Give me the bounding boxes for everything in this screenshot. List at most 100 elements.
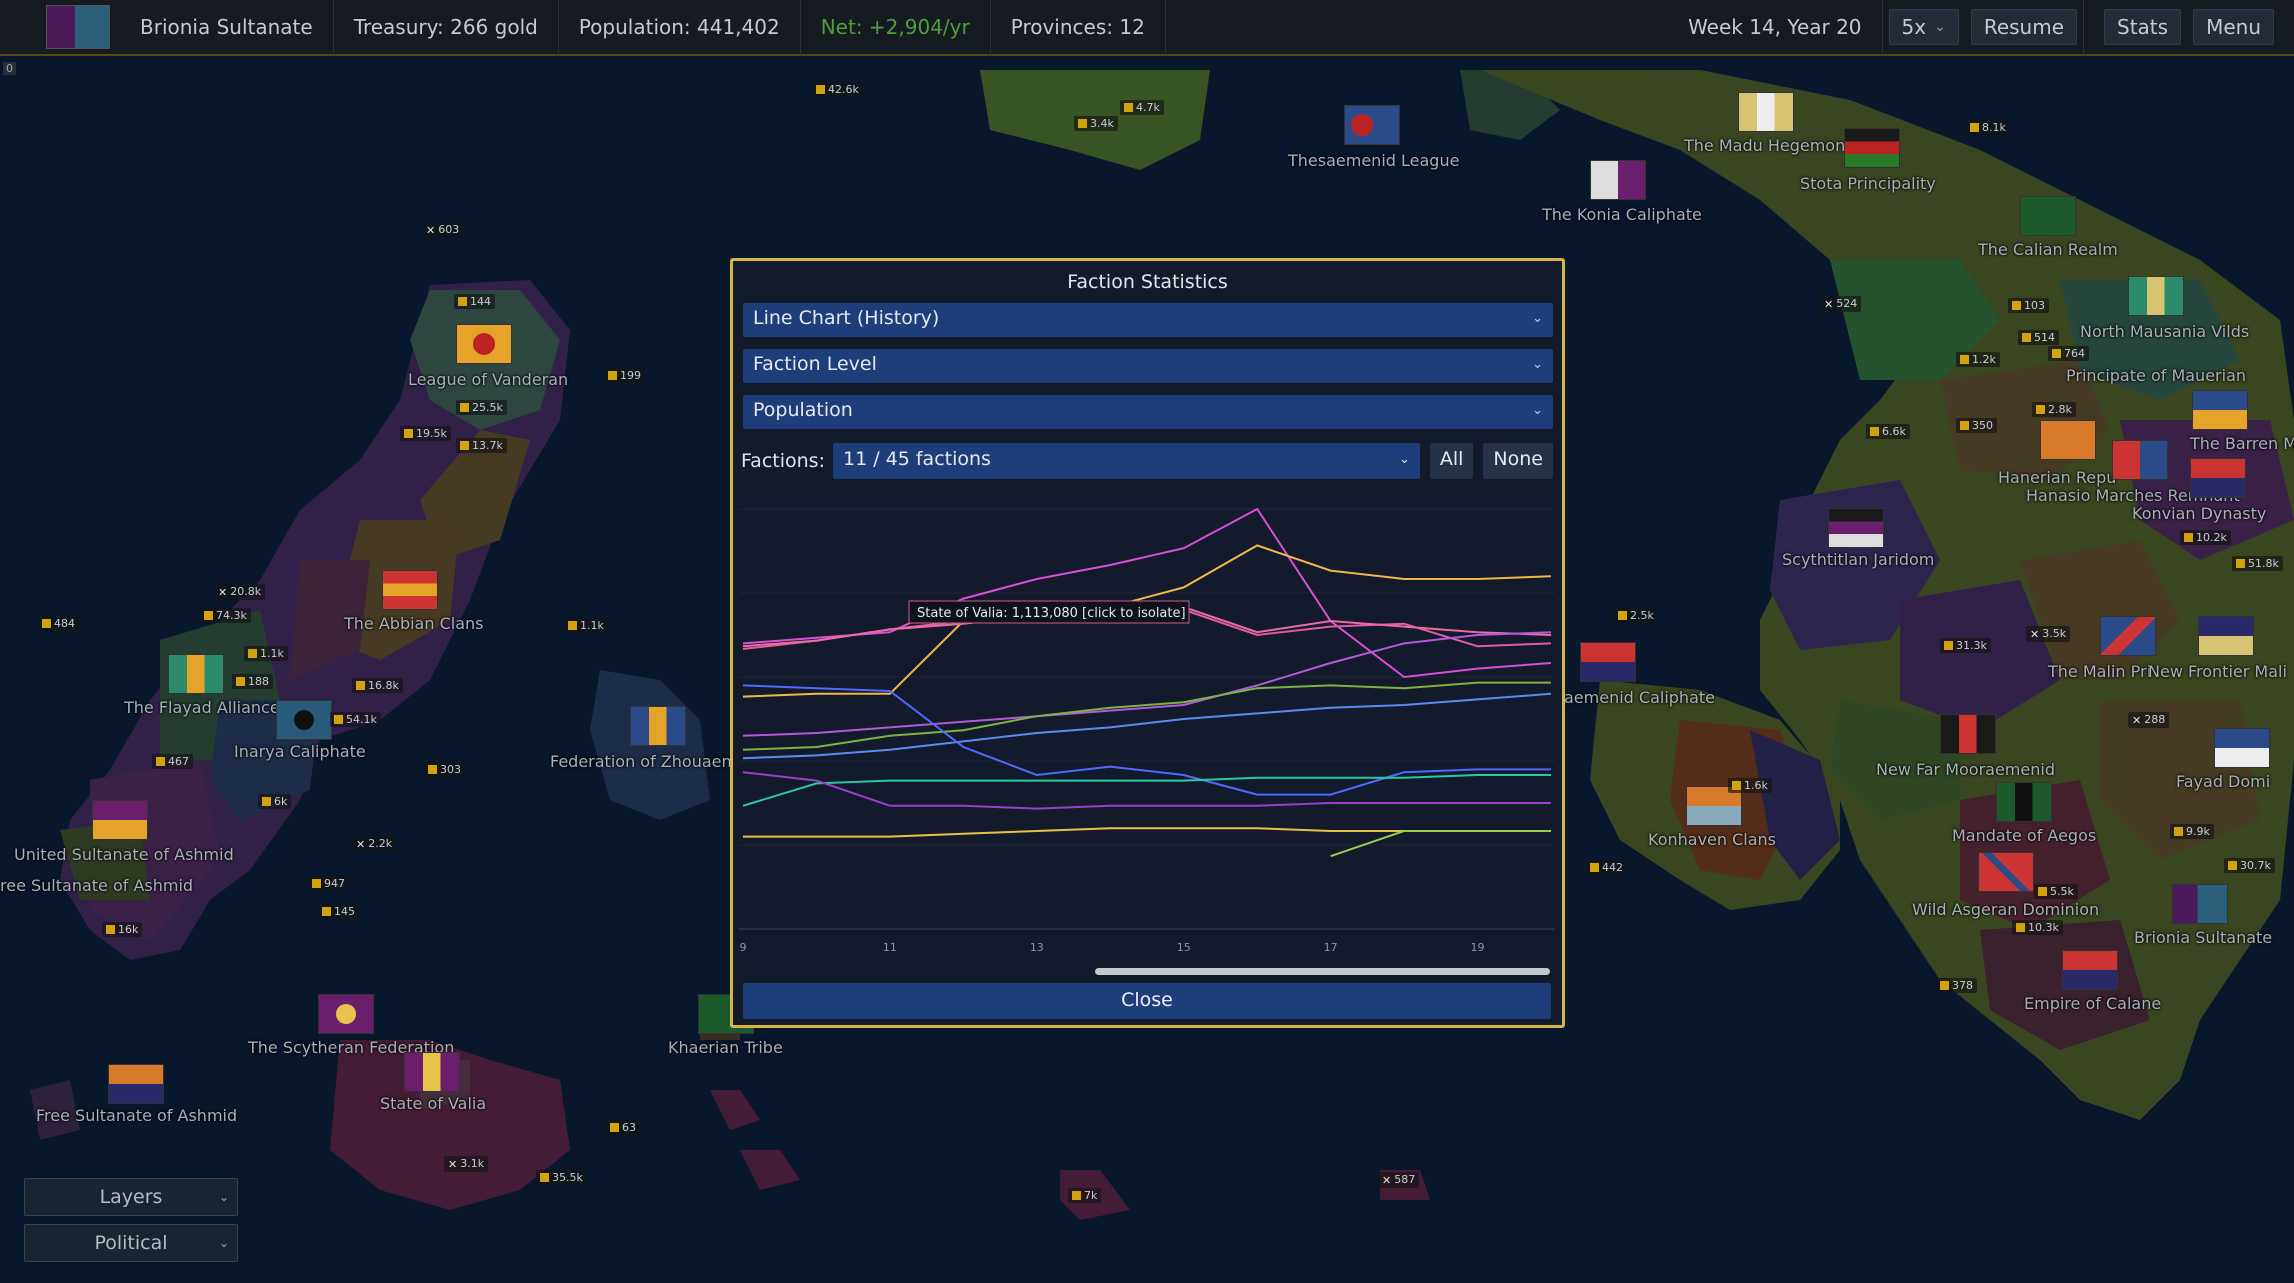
- map-badge[interactable]: ✕ 288: [2128, 712, 2170, 728]
- flag-scytheran-federation[interactable]: [318, 994, 374, 1034]
- map-badge[interactable]: ✕ 20.8k: [214, 584, 266, 600]
- map-label[interactable]: Konvian Dynasty: [2132, 504, 2266, 523]
- map-badge[interactable]: 6.6k: [1866, 424, 1910, 439]
- flag-hanasio[interactable]: [2112, 440, 2168, 480]
- map-badge[interactable]: 442: [1586, 860, 1627, 875]
- flag-thesaemenid-league[interactable]: [1344, 105, 1400, 145]
- map-badge[interactable]: 74.3k: [200, 608, 251, 623]
- select-all-button[interactable]: All: [1429, 443, 1474, 479]
- map-badge[interactable]: 8.1k: [1966, 120, 2010, 135]
- map-badge[interactable]: ✕ 3.5k: [2026, 626, 2071, 642]
- flag-federation-zhouaen[interactable]: [630, 706, 686, 746]
- flag-empire-calane[interactable]: [2062, 950, 2118, 990]
- map-label[interactable]: The Konia Caliphate: [1542, 205, 1702, 224]
- flag-scythtitlan[interactable]: [1828, 508, 1884, 548]
- map-label[interactable]: The Barren Ma: [2190, 434, 2294, 453]
- map-label[interactable]: Principate of Mauerian: [2066, 366, 2246, 385]
- flag-free-sultanate-ashmid[interactable]: [108, 1064, 164, 1104]
- flag-inarya-caliphate[interactable]: [276, 700, 332, 740]
- map-badge[interactable]: 144: [454, 294, 495, 309]
- flag-konvian[interactable]: [2190, 458, 2246, 498]
- map-label[interactable]: The Madu Hegemon: [1684, 136, 1845, 155]
- map-badge[interactable]: 1.1k: [564, 618, 608, 633]
- map-badge[interactable]: 764: [2048, 346, 2089, 361]
- stats-button[interactable]: Stats: [2104, 9, 2182, 45]
- map-badge[interactable]: 63: [606, 1120, 640, 1135]
- map-badge[interactable]: ✕ 603: [422, 222, 464, 238]
- flag-mandate-aegos[interactable]: [1996, 782, 2052, 822]
- map-badge[interactable]: 484: [38, 616, 79, 631]
- layers-select[interactable]: Layers ⌄: [24, 1178, 238, 1216]
- level-select[interactable]: Faction Level ⌄: [743, 349, 1553, 383]
- map-mode-select[interactable]: Political ⌄: [24, 1224, 238, 1262]
- map-label[interactable]: Empire of Calane: [2024, 994, 2161, 1013]
- map-label[interactable]: State of Valia: [380, 1094, 486, 1113]
- map-label[interactable]: Stota Principality: [1800, 174, 1936, 193]
- flag-united-sultanate-ashmid[interactable]: [92, 800, 148, 840]
- map-badge[interactable]: 5.5k: [2034, 884, 2078, 899]
- map-badge[interactable]: 3.4k: [1074, 116, 1118, 131]
- factions-select[interactable]: 11 / 45 factions ⌄: [832, 443, 1420, 479]
- map-badge[interactable]: 35.5k: [536, 1170, 587, 1185]
- flag-aemenid-caliphate[interactable]: [1580, 642, 1636, 682]
- map-badge[interactable]: 6k: [258, 794, 292, 809]
- map-label[interactable]: Mandate of Aegos: [1952, 826, 2096, 845]
- chart-type-select[interactable]: Line Chart (History) ⌄: [743, 303, 1553, 337]
- map-label[interactable]: Konhaven Clans: [1648, 830, 1776, 849]
- map-label[interactable]: The Abbian Clans: [344, 614, 483, 633]
- flag-new-far-mooraemenid[interactable]: [1940, 714, 1996, 754]
- map-label[interactable]: Khaerian Tribe: [668, 1038, 783, 1057]
- map-badge[interactable]: ✕ 587: [1378, 1172, 1420, 1188]
- map-badge[interactable]: 1.2k: [1956, 352, 2000, 367]
- menu-button[interactable]: Menu: [2193, 9, 2274, 45]
- speed-select[interactable]: 5x ⌄: [1888, 9, 1959, 45]
- map-badge[interactable]: 199: [604, 368, 645, 383]
- map-label[interactable]: Hanerian Repu: [1998, 468, 2116, 487]
- flag-barren[interactable]: [2192, 390, 2248, 430]
- flag-abbian-clans[interactable]: [382, 570, 438, 610]
- flag-new-frontier[interactable]: [2198, 616, 2254, 656]
- map-badge[interactable]: 378: [1936, 978, 1977, 993]
- flag-hanerian[interactable]: [2040, 420, 2096, 460]
- map-label[interactable]: United Sultanate of Ashmid: [14, 845, 234, 864]
- map-badge[interactable]: 514: [2018, 330, 2059, 345]
- map-badge[interactable]: 19.5k: [400, 426, 451, 441]
- map-badge[interactable]: 145: [318, 904, 359, 919]
- map-label[interactable]: The Calian Realm: [1978, 240, 2118, 259]
- flag-konia-caliphate[interactable]: [1590, 160, 1646, 200]
- map-badge[interactable]: 188: [232, 674, 273, 689]
- map-label[interactable]: Federation of Zhouaen: [550, 752, 732, 771]
- map-label[interactable]: Fayad Domi: [2176, 772, 2270, 791]
- flag-wild-asgeran[interactable]: [1978, 852, 2034, 892]
- map-label[interactable]: Scythtitlan Jaridom: [1782, 550, 1934, 569]
- map-label[interactable]: The Malin Pri: [2048, 662, 2151, 681]
- map-badge[interactable]: 1.1k: [244, 646, 288, 661]
- map-label[interactable]: New Frontier Mali: [2148, 662, 2287, 681]
- map-label[interactable]: aemenid Caliphate: [1564, 688, 1715, 707]
- flag-fayad[interactable]: [2214, 728, 2270, 768]
- map-label[interactable]: Inarya Caliphate: [234, 742, 366, 761]
- map-badge[interactable]: 103: [2008, 298, 2049, 313]
- map-badge[interactable]: 947: [308, 876, 349, 891]
- map-badge[interactable]: 16.8k: [352, 678, 403, 693]
- map-badge[interactable]: 7k: [1068, 1188, 1102, 1203]
- metric-select[interactable]: Population ⌄: [743, 395, 1553, 429]
- map-badge[interactable]: 10.3k: [2012, 920, 2063, 935]
- map-label[interactable]: North Mausania Vilds: [2080, 322, 2249, 341]
- resume-button[interactable]: Resume: [1970, 9, 2078, 45]
- flag-north-mausania[interactable]: [2128, 276, 2184, 316]
- map-badge[interactable]: 2.8k: [2032, 402, 2076, 417]
- flag-league-vanderan[interactable]: [456, 324, 512, 364]
- map-label[interactable]: Thesaemenid League: [1288, 151, 1459, 170]
- map-label[interactable]: ree Sultanate of Ashmid: [0, 876, 193, 895]
- map-label[interactable]: League of Vanderan: [408, 370, 568, 389]
- select-none-button[interactable]: None: [1483, 443, 1553, 479]
- flag-stota-principality[interactable]: [1844, 128, 1900, 168]
- flag-state-of-valia[interactable]: [404, 1052, 460, 1092]
- map-badge[interactable]: 10.2k: [2180, 530, 2231, 545]
- flag-flayad-alliance[interactable]: [168, 654, 224, 694]
- player-flag-icon[interactable]: [46, 5, 110, 49]
- map-badge[interactable]: 51.8k: [2232, 556, 2283, 571]
- faction-name[interactable]: Brionia Sultanate: [120, 0, 334, 55]
- close-button[interactable]: Close: [743, 983, 1551, 1019]
